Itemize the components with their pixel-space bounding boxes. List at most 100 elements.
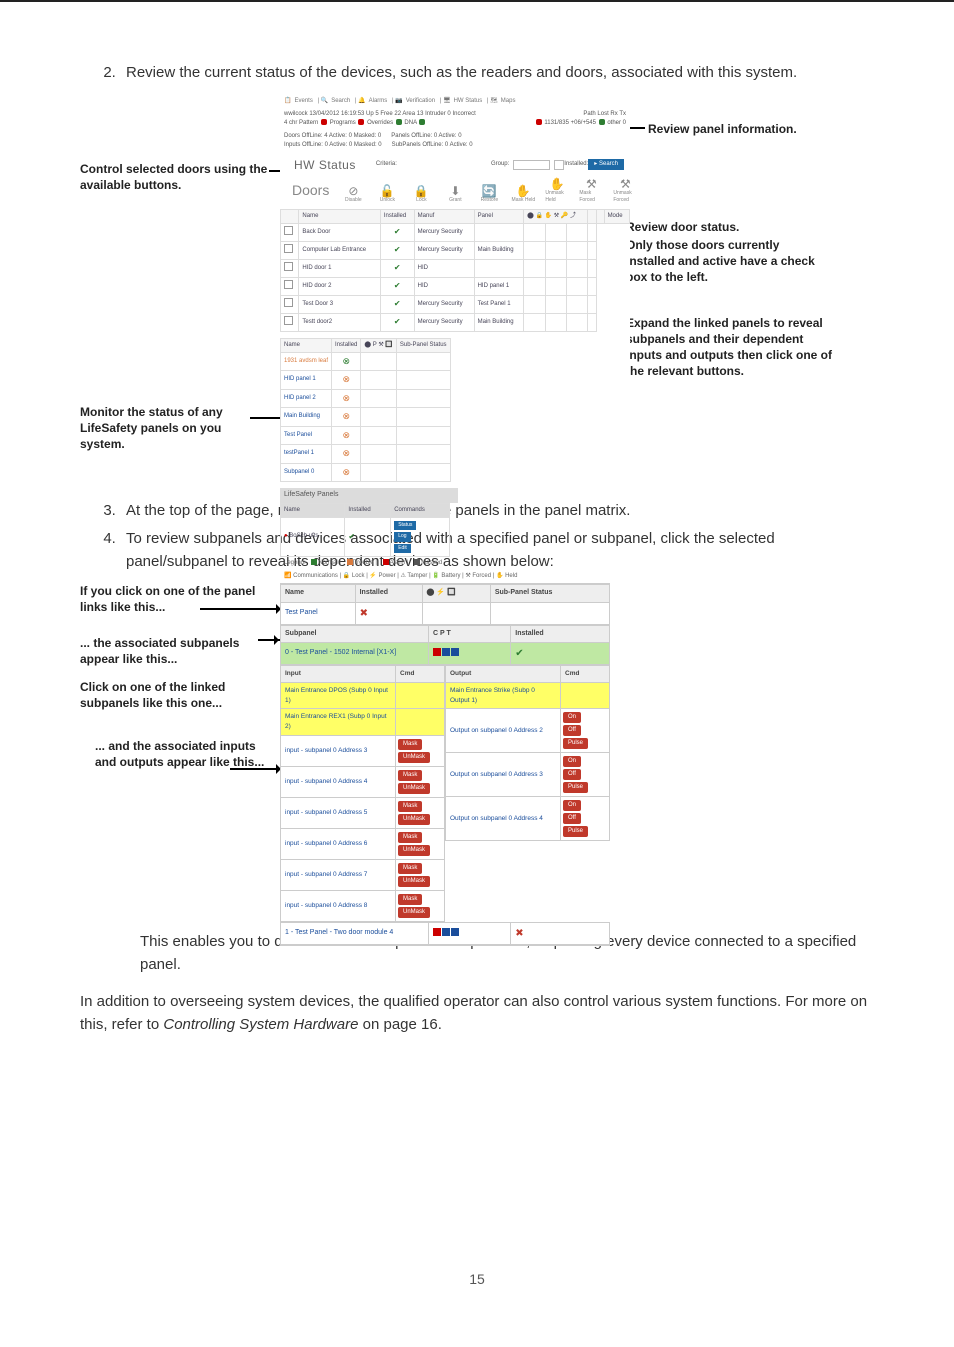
status-line: wwilcock 13/04/2012 16:19:53 Up 5 Free 2… (280, 108, 630, 130)
unmask-button[interactable]: UnMask (398, 907, 430, 918)
table-row: Output on subpanel 0 Address 3OnOffPulse (446, 753, 610, 797)
panel-link[interactable]: HID panel 2 (281, 389, 332, 408)
panel-link[interactable]: 1931 avdsm leaf (281, 352, 332, 371)
counts-line: Doors OffLine: 4 Active: 0 Masked: 0 Pan… (280, 130, 630, 152)
search-button[interactable]: ▸ Search (588, 159, 624, 170)
callout-installed-active: Only those doors currently installed and… (626, 237, 831, 286)
door-checkbox[interactable] (284, 298, 293, 307)
door-btn-unlock[interactable]: 🔓Unlock (375, 185, 399, 205)
step-3: At the top of the page, review the curre… (120, 500, 874, 523)
door-btn-restore[interactable]: 🔄Restore (477, 185, 501, 205)
off-button[interactable]: Off (563, 813, 581, 824)
outputs-table: OutputCmd Main Entrance Strike (Subp 0 O… (445, 665, 610, 841)
unmask-button[interactable]: UnMask (398, 814, 430, 825)
door-btn-mask-forced[interactable]: ⚒Mask Forced (579, 178, 603, 205)
callout-click-panel: If you click on one of the panel links l… (80, 583, 270, 615)
callout-subpanels-appear: ... the associated subpanels appear like… (80, 635, 270, 667)
door-btn-disable[interactable]: ⊘Disable (341, 185, 365, 205)
table-row: HID door 2✔HIDHID panel 1 (281, 277, 630, 295)
table-row: input - subpanel 0 Address 3MaskUnMask (281, 735, 445, 766)
panel-link[interactable]: Subpanel 0 (281, 463, 332, 482)
table-row: HID panel 1⊗ (281, 371, 451, 390)
panel-link[interactable]: testPanel 1 (281, 445, 332, 464)
table-row: input - subpanel 0 Address 7MaskUnMask (281, 859, 445, 890)
door-btn-mask-held[interactable]: ✋Mask Held (511, 185, 535, 205)
ls-status-button[interactable]: Status (394, 521, 416, 531)
group-select[interactable] (513, 160, 550, 170)
table-row: HID panel 2⊗ (281, 389, 451, 408)
panel-link[interactable]: Main Building (281, 408, 332, 427)
door-checkbox[interactable] (284, 316, 293, 325)
panels-table: Name Installed ⬤ P ⚒ 🔲 Sub-Panel Status … (280, 338, 451, 483)
off-button[interactable]: Off (563, 769, 581, 780)
panel-link[interactable]: HID panel 1 (281, 371, 332, 390)
mask-button[interactable]: Mask (398, 739, 422, 750)
not-installed-icon: ✖ (511, 922, 610, 944)
door-btn-unmask-held[interactable]: ✋Unmask Held (545, 178, 569, 205)
mask-button[interactable]: Mask (398, 863, 422, 874)
panel-link[interactable]: Test Panel (281, 426, 332, 445)
off-button[interactable]: Off (563, 725, 581, 736)
door-btn-lock[interactable]: 🔒Lock (409, 185, 433, 205)
page-number: 15 (80, 1051, 874, 1287)
mask-button[interactable]: Mask (398, 832, 422, 843)
not-installed-icon: ✖ (355, 602, 422, 624)
table-row: Main Entrance REX1 (Subp 0 Input 2) (281, 709, 445, 736)
tab-verification[interactable]: Verification (406, 98, 435, 104)
mask-button[interactable]: Mask (398, 894, 422, 905)
unmask-button[interactable]: UnMask (398, 752, 430, 763)
door-checkbox[interactable] (284, 226, 293, 235)
callout-lifesafety: Monitor the status of any LifeSafety pan… (80, 404, 265, 453)
door-btn-grant[interactable]: ⬇Grant (443, 185, 467, 205)
on-button[interactable]: On (563, 712, 581, 723)
door-checkbox[interactable] (284, 244, 293, 253)
table-row: Test Panel⊗ (281, 426, 451, 445)
unmask-button[interactable]: UnMask (398, 845, 430, 856)
mask-button[interactable]: Mask (398, 801, 422, 812)
tab-search[interactable]: Search (331, 98, 350, 104)
subpanel-link[interactable]: 0 - Test Panel - 1502 Internal [X1-X] (281, 643, 429, 665)
door-btn-unmask-forced[interactable]: ⚒Unmask Forced (613, 178, 637, 205)
table-row: Testt door2✔Mercury SecurityMain Buildin… (281, 313, 630, 331)
table-row: input - subpanel 0 Address 8MaskUnMask (281, 890, 445, 921)
pulse-button[interactable]: Pulse (563, 782, 588, 793)
installed-label: Installed: (564, 160, 588, 169)
on-button[interactable]: On (563, 756, 581, 767)
installed-checkbox[interactable] (554, 160, 564, 170)
final-para: In addition to overseeing system devices… (80, 991, 874, 1036)
subpanel-link-2[interactable]: 1 - Test Panel - Two door module 4 (281, 922, 429, 944)
arrow-icon (230, 768, 285, 770)
table-row: input - subpanel 0 Address 6MaskUnMask (281, 828, 445, 859)
arrow-icon (200, 608, 285, 610)
hw-status-screenshot: 📋Events | 🔍Search | 🔔Alarms | 📷Verificat… (280, 95, 630, 475)
table-row: HID door 1✔HID (281, 259, 630, 277)
table-row: Subpanel 0⊗ (281, 463, 451, 482)
mask-button[interactable]: Mask (398, 770, 422, 781)
table-row: Main Entrance DPOS (Subp 0 Input 1) (281, 682, 445, 709)
ls-edit-button[interactable]: Edit (394, 544, 411, 554)
table-row: input - subpanel 0 Address 5MaskUnMask (281, 797, 445, 828)
tab-events[interactable]: Events (294, 98, 312, 104)
doors-table: NameInstalledManufPanel⬤ 🔒 ✋ ⚒ 🔑 ⤴Mode B… (280, 209, 630, 332)
legend-row1: Legend: Normal | Trouble | Alarm | Maske… (280, 557, 630, 570)
tab-alarms[interactable]: Alarms (369, 98, 388, 104)
callout-review-door: Review door status. (626, 219, 826, 235)
step-2: Review the current status of the devices… (120, 62, 874, 85)
panel-link[interactable]: Test Panel (281, 602, 356, 624)
pulse-button[interactable]: Pulse (563, 826, 588, 837)
inputs-table: InputCmd Main Entrance DPOS (Subp 0 Inpu… (280, 665, 445, 922)
tab-hwstatus[interactable]: HW Status (454, 98, 483, 104)
table-row: testPanel 1⊗ (281, 445, 451, 464)
pulse-button[interactable]: Pulse (563, 738, 588, 749)
door-checkbox[interactable] (284, 262, 293, 271)
lifesafety-title: LifeSafety Panels (280, 488, 458, 503)
tab-maps[interactable]: Maps (501, 98, 516, 104)
unmask-button[interactable]: UnMask (398, 876, 430, 887)
on-button[interactable]: On (563, 800, 581, 811)
unmask-button[interactable]: UnMask (398, 783, 430, 794)
ls-log-button[interactable]: Log (394, 532, 410, 542)
table-row: input - subpanel 0 Address 4MaskUnMask (281, 766, 445, 797)
installed-icon: ✔ (511, 643, 610, 665)
door-checkbox[interactable] (284, 280, 293, 289)
figure-1: Control selected doors using the availab… (80, 95, 874, 480)
